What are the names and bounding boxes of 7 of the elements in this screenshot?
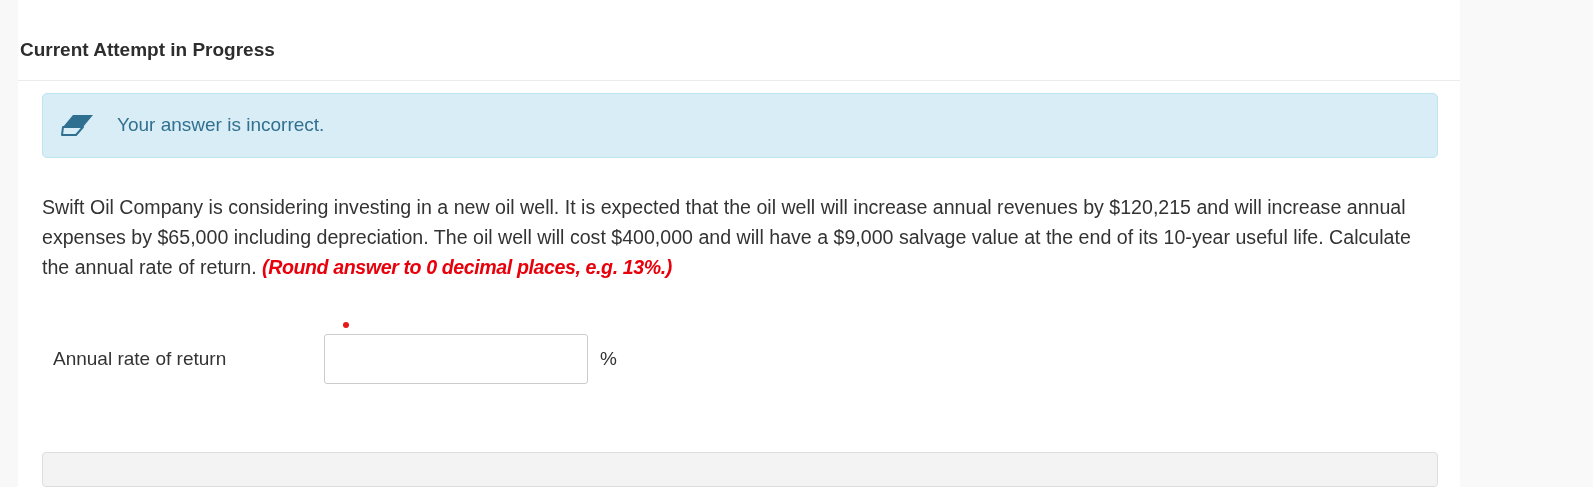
feedback-message: Your answer is incorrect. — [117, 114, 325, 137]
question-text: Swift Oil Company is considering investing in a new oil well. It is expected that the oil well will increase annual revenues by $120,215 and will increase annual expenses by $65,000 including depreciation. The oil well will cost $400,000 and will have a $9,000 salvage value at the end of its 10-year useful life. Calculate the annual rate of return. (Round answer to 0 decimal places, e.g. 13%.) — [42, 194, 1412, 280]
unit-label: % — [600, 347, 617, 370]
answer-label: Annual rate of return — [53, 347, 228, 370]
eraser-icon — [61, 113, 95, 138]
answer-input[interactable] — [324, 333, 588, 384]
section-heading: Current Attempt in Progress — [20, 38, 276, 62]
